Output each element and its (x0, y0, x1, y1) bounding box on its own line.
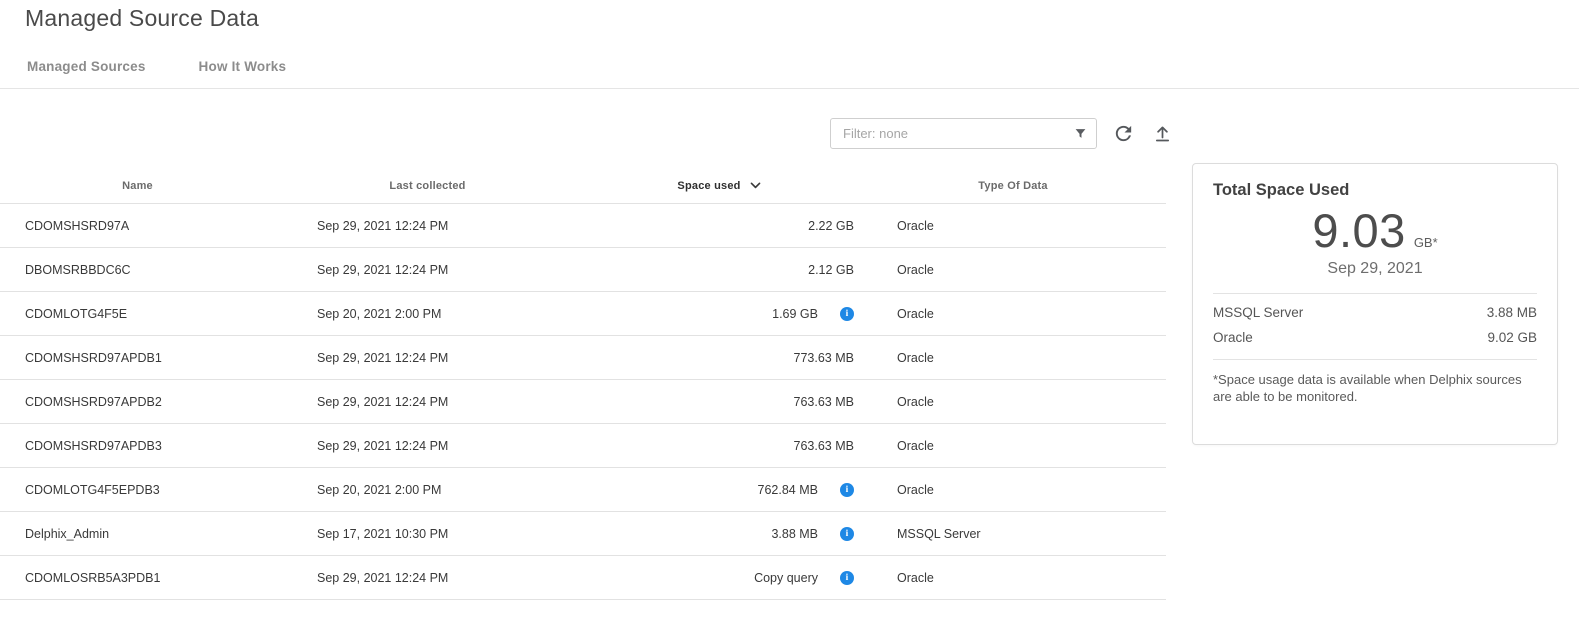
breakdown-label: Oracle (1213, 330, 1253, 345)
table-row: CDOMSHSRD97APDB2 Sep 29, 2021 12:24 PM 7… (0, 380, 1166, 424)
info-icon[interactable]: i (840, 307, 854, 321)
tab-bar-divider (0, 88, 1579, 89)
space-used-value: 763.63 MB (794, 395, 854, 409)
cell-name: CDOMSHSRD97A (0, 219, 275, 233)
cell-type-of-data: Oracle (860, 439, 1166, 453)
cell-name: CDOMLOTG4F5E (0, 307, 275, 321)
breakdown-value: 9.02 GB (1487, 330, 1537, 345)
cell-type-of-data: Oracle (860, 307, 1166, 321)
tab-bar: Managed Sources How It Works (27, 59, 286, 84)
cell-last-collected: Sep 20, 2021 2:00 PM (275, 307, 580, 321)
breakdown-row-mssql: MSSQL Server 3.88 MB (1213, 300, 1537, 325)
total-space-value: 9.03 (1312, 203, 1405, 258)
info-icon[interactable]: i (840, 571, 854, 585)
cell-type-of-data: Oracle (860, 219, 1166, 233)
cell-type-of-data: Oracle (860, 483, 1166, 497)
table-row: CDOMLOTG4F5E Sep 20, 2021 2:00 PM 1.69 G… (0, 292, 1166, 336)
cell-name: CDOMLOTG4F5EPDB3 (0, 483, 275, 497)
cell-space-used: 3.88 MB i (580, 527, 860, 541)
column-header-space-used[interactable]: Space used (580, 178, 860, 193)
cell-space-used: 2.12 GB (580, 263, 860, 277)
cell-last-collected: Sep 29, 2021 12:24 PM (275, 395, 580, 409)
space-used-value: 2.12 GB (808, 263, 854, 277)
column-header-space-used-label: Space used (677, 180, 740, 192)
space-used-value: 773.63 MB (794, 351, 854, 365)
page-title: Managed Source Data (25, 5, 259, 32)
cell-type-of-data: Oracle (860, 395, 1166, 409)
refresh-button[interactable] (1110, 120, 1136, 146)
table-row: CDOMSHSRD97A Sep 29, 2021 12:24 PM 2.22 … (0, 204, 1166, 248)
card-footnote: *Space usage data is available when Delp… (1213, 372, 1537, 405)
cell-name: CDOMLOSRB5A3PDB1 (0, 571, 275, 585)
funnel-icon[interactable] (1071, 124, 1089, 142)
space-used-value: 762.84 MB (758, 483, 818, 497)
cell-last-collected: Sep 17, 2021 10:30 PM (275, 527, 580, 541)
column-header-name[interactable]: Name (0, 180, 275, 192)
sort-desc-chevron-icon (748, 178, 763, 193)
copy-query-button[interactable]: Copy query (754, 571, 818, 585)
cell-last-collected: Sep 29, 2021 12:24 PM (275, 439, 580, 453)
column-header-type-of-data[interactable]: Type Of Data (860, 180, 1166, 192)
cell-space-used: 763.63 MB (580, 439, 860, 453)
table-header: Name Last collected Space used Type Of D… (0, 168, 1166, 204)
table-row: CDOMLOTG4F5EPDB3 Sep 20, 2021 2:00 PM 76… (0, 468, 1166, 512)
tab-managed-sources[interactable]: Managed Sources (27, 59, 146, 84)
managed-sources-table: Name Last collected Space used Type Of D… (0, 168, 1166, 600)
tab-how-it-works[interactable]: How It Works (199, 59, 287, 84)
cell-space-used: 762.84 MB i (580, 483, 860, 497)
cell-type-of-data: MSSQL Server (860, 527, 1166, 541)
cell-space-used: 1.69 GB i (580, 307, 860, 321)
table-row: CDOMSHSRD97APDB1 Sep 29, 2021 12:24 PM 7… (0, 336, 1166, 380)
cell-space-used: Copy query i (580, 571, 860, 585)
info-icon[interactable]: i (840, 483, 854, 497)
total-space-unit: GB* (1414, 235, 1438, 250)
total-space-date: Sep 29, 2021 (1213, 260, 1537, 278)
card-divider-top (1213, 293, 1537, 294)
cell-type-of-data: Oracle (860, 263, 1166, 277)
space-used-value: 763.63 MB (794, 439, 854, 453)
refresh-icon (1112, 122, 1135, 145)
breakdown-row-oracle: Oracle 9.02 GB (1213, 325, 1537, 350)
space-used-value: 1.69 GB (772, 307, 818, 321)
breakdown-value: 3.88 MB (1487, 305, 1537, 320)
cell-last-collected: Sep 29, 2021 12:24 PM (275, 263, 580, 277)
filter-field-wrap (830, 118, 1097, 149)
table-row: DBOMSRBBDC6C Sep 29, 2021 12:24 PM 2.12 … (0, 248, 1166, 292)
export-button[interactable] (1149, 120, 1175, 146)
info-icon[interactable]: i (840, 527, 854, 541)
total-space-hero: 9.03 GB* (1213, 203, 1537, 258)
table-row: CDOMSHSRD97APDB3 Sep 29, 2021 12:24 PM 7… (0, 424, 1166, 468)
space-breakdown-list: MSSQL Server 3.88 MB Oracle 9.02 GB (1213, 300, 1537, 350)
cell-name: CDOMSHSRD97APDB2 (0, 395, 275, 409)
table-body: CDOMSHSRD97A Sep 29, 2021 12:24 PM 2.22 … (0, 204, 1166, 600)
upload-icon (1152, 123, 1173, 144)
cell-name: CDOMSHSRD97APDB3 (0, 439, 275, 453)
card-title: Total Space Used (1213, 181, 1537, 200)
cell-last-collected: Sep 29, 2021 12:24 PM (275, 571, 580, 585)
cell-name: DBOMSRBBDC6C (0, 263, 275, 277)
table-row: CDOMLOSRB5A3PDB1 Sep 29, 2021 12:24 PM C… (0, 556, 1166, 600)
breakdown-label: MSSQL Server (1213, 305, 1303, 320)
cell-space-used: 2.22 GB (580, 219, 860, 233)
space-used-value: 2.22 GB (808, 219, 854, 233)
table-row: Delphix_Admin Sep 17, 2021 10:30 PM 3.88… (0, 512, 1166, 556)
cell-space-used: 773.63 MB (580, 351, 860, 365)
cell-name: CDOMSHSRD97APDB1 (0, 351, 275, 365)
space-used-value: 3.88 MB (771, 527, 818, 541)
total-space-used-card: Total Space Used 9.03 GB* Sep 29, 2021 M… (1192, 163, 1558, 445)
cell-last-collected: Sep 20, 2021 2:00 PM (275, 483, 580, 497)
cell-last-collected: Sep 29, 2021 12:24 PM (275, 219, 580, 233)
cell-space-used: 763.63 MB (580, 395, 860, 409)
card-divider-bottom (1213, 359, 1537, 360)
toolbar (830, 117, 1175, 149)
filter-input[interactable] (830, 118, 1097, 149)
column-header-last-collected[interactable]: Last collected (275, 180, 580, 192)
cell-name: Delphix_Admin (0, 527, 275, 541)
cell-last-collected: Sep 29, 2021 12:24 PM (275, 351, 580, 365)
cell-type-of-data: Oracle (860, 351, 1166, 365)
cell-type-of-data: Oracle (860, 571, 1166, 585)
